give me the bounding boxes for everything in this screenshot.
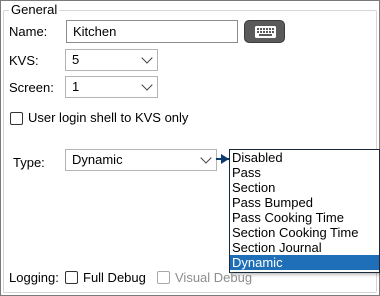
type-option-pass-bumped[interactable]: Pass Bumped xyxy=(230,195,379,210)
visual-debug-label: Visual Debug xyxy=(175,270,253,285)
type-option-pass[interactable]: Pass xyxy=(230,165,379,180)
keyboard-icon xyxy=(255,26,276,38)
user-login-checkbox[interactable] xyxy=(10,112,23,125)
kvs-select[interactable]: 5 xyxy=(65,49,158,71)
type-select[interactable]: Dynamic xyxy=(65,149,217,171)
full-debug-checkbox[interactable] xyxy=(65,271,78,284)
type-dropdown-list[interactable]: Disabled Pass Section Pass Bumped Pass C… xyxy=(229,149,380,273)
screen-select[interactable]: 1 xyxy=(65,76,158,98)
kvs-value: 5 xyxy=(72,52,80,67)
settings-panel: General Name: Kitchen KVS: 5 Screen: 1 U… xyxy=(0,0,380,296)
chevron-down-icon xyxy=(141,52,153,64)
type-option-disabled[interactable]: Disabled xyxy=(230,150,379,165)
type-value: Dynamic xyxy=(72,152,123,167)
type-option-section[interactable]: Section xyxy=(230,180,379,195)
group-title: General xyxy=(9,2,60,17)
keyboard-button[interactable] xyxy=(244,20,285,43)
full-debug-label[interactable]: Full Debug xyxy=(83,270,146,285)
type-option-section-cooking-time[interactable]: Section Cooking Time xyxy=(230,225,379,240)
name-input[interactable]: Kitchen xyxy=(66,20,238,43)
logging-label: Logging: xyxy=(9,270,59,285)
name-label: Name: xyxy=(9,24,48,39)
screen-value: 1 xyxy=(72,79,80,94)
type-option-dynamic[interactable]: Dynamic xyxy=(230,255,379,270)
screen-label: Screen: xyxy=(9,80,54,95)
chevron-down-icon xyxy=(141,79,153,91)
type-option-section-journal[interactable]: Section Journal xyxy=(230,240,379,255)
visual-debug-checkbox xyxy=(157,271,170,284)
arrow-head xyxy=(221,154,229,164)
chevron-down-icon xyxy=(200,152,212,164)
type-option-pass-cooking-time[interactable]: Pass Cooking Time xyxy=(230,210,379,225)
kvs-label: KVS: xyxy=(9,53,39,68)
type-label: Type: xyxy=(13,155,45,170)
user-login-label[interactable]: User login shell to KVS only xyxy=(28,110,188,125)
